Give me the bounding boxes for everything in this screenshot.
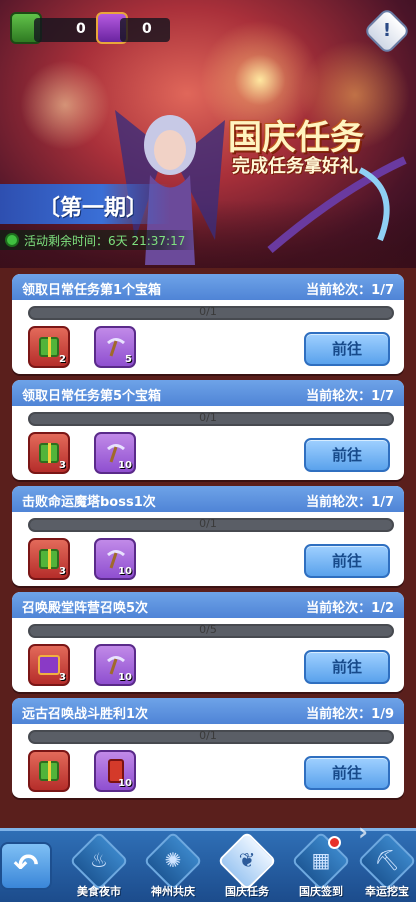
reward-count: 10 bbox=[118, 778, 132, 789]
tab-celebration[interactable]: ✺ 神州共庆 bbox=[138, 831, 208, 902]
gift-box-icon bbox=[39, 761, 59, 781]
task-round: 当前轮次：1/7 bbox=[306, 495, 394, 510]
tab-sign-in[interactable]: ▦ 国庆签到 bbox=[286, 831, 356, 902]
firework-icon: ✺ bbox=[164, 848, 182, 872]
task-card: 远古召唤战斗胜利1次 当前轮次：1/9 0/1 10 前往 bbox=[12, 698, 404, 798]
issue-banner: 〔第一期〕 bbox=[0, 184, 170, 224]
go-button[interactable]: 前往 bbox=[304, 438, 390, 472]
go-button-label: 前往 bbox=[331, 340, 362, 358]
back-button[interactable]: ↶ bbox=[0, 842, 52, 890]
task-title: 领取日常任务第5个宝箱 bbox=[22, 389, 162, 404]
reward-item[interactable]: 10 bbox=[94, 432, 136, 474]
progress-text: 0/5 bbox=[199, 623, 217, 636]
reward-item[interactable]: 10 bbox=[94, 538, 136, 580]
countdown-timer: 活动剩余时间：6天 21:37:17 bbox=[0, 230, 200, 250]
task-card: 召唤殿堂阵营召唤5次 当前轮次：1/2 0/5 3 10 前往 bbox=[12, 592, 404, 692]
resource-count-1: 0 bbox=[76, 21, 86, 37]
ribbon-icon: ❦ bbox=[238, 848, 256, 872]
tab-food-night-market[interactable]: ♨ 美食夜市 bbox=[64, 831, 134, 902]
task-round: 当前轮次：1/7 bbox=[306, 283, 394, 298]
progress-text: 0/1 bbox=[199, 411, 217, 424]
progress-text: 0/1 bbox=[199, 729, 217, 742]
task-header: 远古召唤战斗胜利1次 当前轮次：1/9 bbox=[12, 698, 404, 724]
reward-count: 2 bbox=[59, 354, 66, 365]
task-round: 当前轮次：1/9 bbox=[306, 707, 394, 722]
task-card: 领取日常任务第1个宝箱 当前轮次：1/7 0/1 2 5 前往 bbox=[12, 274, 404, 374]
reward-item[interactable]: 10 bbox=[94, 644, 136, 686]
task-title: 领取日常任务第1个宝箱 bbox=[22, 283, 162, 298]
go-button-label: 前往 bbox=[331, 658, 362, 676]
go-button-label: 前往 bbox=[331, 764, 362, 782]
task-card: 击败命运魔塔boss1次 当前轮次：1/7 0/1 3 10 前往 bbox=[12, 486, 404, 586]
purple-chest-icon bbox=[38, 655, 60, 675]
progress-text: 0/1 bbox=[199, 517, 217, 530]
reward-item[interactable]: 3 bbox=[28, 432, 70, 474]
reward-item[interactable]: 3 bbox=[28, 644, 70, 686]
go-button-label: 前往 bbox=[331, 552, 362, 570]
reward-count: 10 bbox=[118, 672, 132, 683]
resource-count-2: 0 bbox=[142, 21, 152, 37]
issue-label: 〔第一期〕 bbox=[38, 196, 149, 221]
task-title: 远古召唤战斗胜利1次 bbox=[22, 707, 149, 722]
go-button[interactable]: 前往 bbox=[304, 650, 390, 684]
calendar-icon: ▦ bbox=[311, 848, 331, 872]
tab-label: 幸运挖宝 bbox=[365, 885, 409, 898]
back-arrow-icon: ↶ bbox=[13, 848, 39, 883]
progress-text: 0/1 bbox=[199, 305, 217, 318]
reward-item[interactable] bbox=[28, 750, 70, 792]
task-header: 领取日常任务第1个宝箱 当前轮次：1/7 bbox=[12, 274, 404, 300]
bowl-icon: ♨ bbox=[90, 848, 108, 872]
reward-item[interactable]: 10 bbox=[94, 750, 136, 792]
reward-item[interactable]: 3 bbox=[28, 538, 70, 580]
resource-counter-2: 0 bbox=[120, 18, 170, 42]
tab-national-day-tasks[interactable]: ❦ 国庆任务 bbox=[212, 831, 282, 902]
task-round: 当前轮次：1/7 bbox=[306, 389, 394, 404]
shovel-icon: ⛏ bbox=[374, 848, 400, 872]
reward-count: 10 bbox=[118, 460, 132, 471]
task-round: 当前轮次：1/2 bbox=[306, 601, 394, 616]
reward-count: 3 bbox=[59, 460, 66, 471]
go-button[interactable]: 前往 bbox=[304, 756, 390, 790]
gift-box-icon bbox=[39, 443, 59, 463]
tab-label: 国庆任务 bbox=[225, 885, 269, 898]
reward-item[interactable]: 5 bbox=[94, 326, 136, 368]
tab-label: 美食夜市 bbox=[77, 885, 121, 898]
notification-dot bbox=[328, 836, 341, 849]
go-button[interactable]: 前往 bbox=[304, 332, 390, 366]
clock-icon bbox=[5, 233, 19, 247]
gift-box-icon bbox=[39, 337, 59, 357]
reward-count: 10 bbox=[118, 566, 132, 577]
tab-lucky-dig[interactable]: ⛏ 幸运挖宝 bbox=[352, 831, 416, 902]
tab-label: 神州共庆 bbox=[151, 885, 195, 898]
timer-text: 活动剩余时间：6天 21:37:17 bbox=[24, 234, 186, 248]
event-subtitle: 完成任务拿好礼 bbox=[232, 156, 358, 177]
task-title: 召唤殿堂阵营召唤5次 bbox=[22, 601, 149, 616]
reward-count: 3 bbox=[59, 672, 66, 683]
task-header: 击败命运魔塔boss1次 当前轮次：1/7 bbox=[12, 486, 404, 512]
reward-count: 3 bbox=[59, 566, 66, 577]
exclamation-icon: ! bbox=[382, 20, 392, 41]
task-header: 召唤殿堂阵营召唤5次 当前轮次：1/2 bbox=[12, 592, 404, 618]
go-button[interactable]: 前往 bbox=[304, 544, 390, 578]
pickaxe-icon bbox=[107, 338, 125, 357]
resource-counter-1: 0 bbox=[34, 18, 104, 42]
tab-label: 国庆签到 bbox=[299, 885, 343, 898]
gift-box-icon bbox=[39, 549, 59, 569]
task-title: 击败命运魔塔boss1次 bbox=[22, 495, 156, 510]
task-header: 领取日常任务第5个宝箱 当前轮次：1/7 bbox=[12, 380, 404, 406]
task-card: 领取日常任务第5个宝箱 当前轮次：1/7 0/1 3 10 前往 bbox=[12, 380, 404, 480]
reward-item[interactable]: 2 bbox=[28, 326, 70, 368]
reward-count: 5 bbox=[125, 354, 132, 365]
go-button-label: 前往 bbox=[331, 446, 362, 464]
